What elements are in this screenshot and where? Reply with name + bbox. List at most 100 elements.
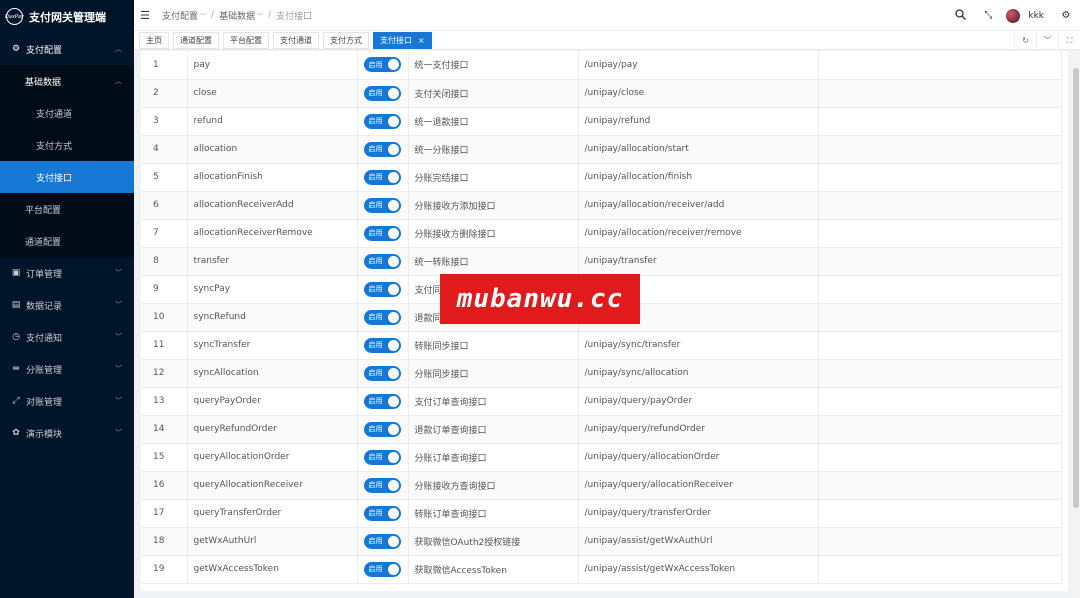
tab-platform-config[interactable]: 平台配置 bbox=[223, 31, 269, 49]
cell-code: allocation bbox=[187, 135, 358, 164]
toggle-knob bbox=[387, 59, 399, 71]
cell-index: 6 bbox=[141, 191, 188, 220]
tab-home[interactable]: 主页 bbox=[139, 31, 169, 49]
enable-toggle[interactable]: 启用 bbox=[363, 365, 401, 381]
toggle-label: 启用 bbox=[368, 453, 383, 461]
toggle-knob bbox=[387, 451, 399, 463]
search-icon[interactable] bbox=[954, 8, 966, 23]
toggle-label: 启用 bbox=[368, 145, 383, 153]
cell-status: 启用 bbox=[357, 499, 409, 528]
user-name[interactable]: kkk bbox=[1028, 11, 1044, 21]
breadcrumb-item-basic-data[interactable]: 基础数据 bbox=[219, 9, 255, 22]
cell-name: 支付订单查询接口 bbox=[408, 387, 579, 416]
cell-index: 17 bbox=[141, 499, 188, 528]
watermark: mubanwu.cc bbox=[440, 274, 640, 324]
menu-demo-module[interactable]: ✿ 演示模块 ﹀ bbox=[0, 417, 134, 449]
cell-name: 退款订单查询接口 bbox=[408, 415, 579, 444]
enable-toggle[interactable]: 启用 bbox=[363, 421, 401, 437]
sidebar: DaxPay 支付网关管理端 ⚙ 支付配置 ︿ 基础数据 ︿ 支付通道 支付方式… bbox=[0, 0, 134, 598]
settings-icon[interactable]: ⚙ bbox=[1060, 10, 1072, 21]
tab-channel-config[interactable]: 通道配置 bbox=[173, 31, 219, 49]
cell-empty bbox=[818, 135, 1062, 164]
expand-icon[interactable]: ⛶ bbox=[1058, 31, 1080, 50]
cell-empty bbox=[818, 51, 1062, 80]
enable-toggle[interactable]: 启用 bbox=[363, 113, 401, 129]
menu-label: 支付通道 bbox=[36, 109, 73, 120]
enable-toggle[interactable]: 启用 bbox=[363, 477, 401, 493]
tab-tools: ↻ ﹀ ⛶ bbox=[1014, 31, 1080, 50]
enable-toggle[interactable]: 启用 bbox=[363, 309, 401, 325]
menu-pay-method[interactable]: 支付方式 bbox=[0, 129, 134, 161]
cell-url: /unipay/pay bbox=[578, 51, 819, 80]
cell-index: 8 bbox=[141, 247, 188, 276]
enable-toggle[interactable]: 启用 bbox=[363, 85, 401, 101]
breadcrumb-item-pay-config[interactable]: 支付配置 bbox=[162, 9, 198, 22]
cell-name: 支付关闭接口 bbox=[408, 79, 579, 108]
menu-reconcile-manage[interactable]: ⤢ 对账管理 ﹀ bbox=[0, 385, 134, 417]
menu-pay-notify[interactable]: ◷ 支付通知 ﹀ bbox=[0, 321, 134, 353]
enable-toggle[interactable]: 启用 bbox=[363, 449, 401, 465]
tab-pay-api[interactable]: 支付接口 × bbox=[373, 31, 432, 49]
cell-url: /unipay/allocation/finish bbox=[578, 163, 819, 192]
toggle-label: 启用 bbox=[368, 229, 383, 237]
cell-status: 启用 bbox=[357, 219, 409, 248]
menu-order-manage[interactable]: ▣ 订单管理 ﹀ bbox=[0, 257, 134, 289]
cell-code: refund bbox=[187, 107, 358, 136]
table-row: 18 getWxAuthUrl 启用 获取微信OAuth2授权链接/unipay/as… bbox=[141, 527, 1062, 556]
toggle-label: 启用 bbox=[368, 173, 383, 181]
enable-toggle[interactable]: 启用 bbox=[363, 281, 401, 297]
cell-status: 启用 bbox=[357, 163, 409, 192]
app-title: 支付网关管理端 bbox=[29, 10, 106, 24]
logo[interactable]: DaxPay 支付网关管理端 bbox=[0, 0, 134, 33]
enable-toggle[interactable]: 启用 bbox=[363, 169, 401, 185]
toggle-label: 启用 bbox=[368, 89, 383, 97]
cell-url: /unipay/transfer bbox=[578, 247, 819, 276]
cell-name: 获取微信AccessToken bbox=[408, 555, 579, 584]
enable-toggle[interactable]: 启用 bbox=[363, 505, 401, 521]
menu-pay-api[interactable]: 支付接口 bbox=[0, 161, 134, 193]
cell-index: 19 bbox=[141, 555, 188, 584]
scrollbar[interactable] bbox=[1072, 50, 1080, 598]
enable-toggle[interactable]: 启用 bbox=[363, 197, 401, 213]
menu-fold-icon[interactable]: ☰ bbox=[140, 9, 152, 22]
enable-toggle[interactable]: 启用 bbox=[363, 225, 401, 241]
menu-platform-config[interactable]: 平台配置 bbox=[0, 193, 134, 225]
tab-pay-channel[interactable]: 支付通道 bbox=[273, 31, 319, 49]
cell-url: /unipay/assist/getWxAccessToken bbox=[578, 555, 819, 584]
close-icon[interactable]: × bbox=[418, 36, 425, 45]
enable-toggle[interactable]: 启用 bbox=[363, 533, 401, 549]
toggle-label: 启用 bbox=[368, 481, 383, 489]
enable-toggle[interactable]: 启用 bbox=[363, 337, 401, 353]
menu-data-record[interactable]: ▤ 数据记录 ﹀ bbox=[0, 289, 134, 321]
toggle-knob bbox=[387, 535, 399, 547]
scrollbar-thumb[interactable] bbox=[1073, 68, 1079, 508]
enable-toggle[interactable]: 启用 bbox=[363, 57, 401, 73]
enable-toggle[interactable]: 启用 bbox=[363, 561, 401, 577]
menu-channel-config[interactable]: 通道配置 bbox=[0, 225, 134, 257]
enable-toggle[interactable]: 启用 bbox=[363, 141, 401, 157]
cell-code: queryAllocationReceiver bbox=[187, 471, 358, 500]
menu-basic-data[interactable]: 基础数据 ︿ bbox=[0, 65, 134, 97]
menu-split-manage[interactable]: ⇹ 分账管理 ﹀ bbox=[0, 353, 134, 385]
tab-pay-method[interactable]: 支付方式 bbox=[323, 31, 369, 49]
refresh-icon[interactable]: ↻ bbox=[1014, 31, 1036, 50]
cell-code: allocationFinish bbox=[187, 163, 358, 192]
avatar[interactable] bbox=[1006, 8, 1021, 23]
cell-url: /unipay/allocation/receiver/remove bbox=[578, 219, 819, 248]
breadcrumb: 支付配置 ﹀ / 基础数据 ﹀ / 支付接口 bbox=[162, 9, 312, 22]
cell-code: close bbox=[187, 79, 358, 108]
fullscreen-icon[interactable]: ⤡ bbox=[982, 10, 994, 21]
cell-empty bbox=[818, 527, 1062, 556]
chevron-down-icon[interactable]: ﹀ bbox=[1036, 31, 1058, 50]
enable-toggle[interactable]: 启用 bbox=[363, 253, 401, 269]
cell-index: 10 bbox=[141, 303, 188, 332]
menu-pay-config[interactable]: ⚙ 支付配置 ︿ bbox=[0, 33, 134, 65]
enable-toggle[interactable]: 启用 bbox=[363, 393, 401, 409]
table-row: 16 queryAllocationReceiver 启用 分账接收方查询接口/uni… bbox=[141, 471, 1062, 500]
menu-pay-channel[interactable]: 支付通道 bbox=[0, 97, 134, 129]
menu-label: 对账管理 bbox=[26, 397, 63, 408]
toggle-knob bbox=[387, 199, 399, 211]
table-row: 11 syncTransfer 启用 转账同步接口/unipay/sync/trans… bbox=[141, 331, 1062, 360]
demo-icon: ✿ bbox=[12, 428, 20, 438]
menu-label: 分账管理 bbox=[26, 365, 63, 376]
